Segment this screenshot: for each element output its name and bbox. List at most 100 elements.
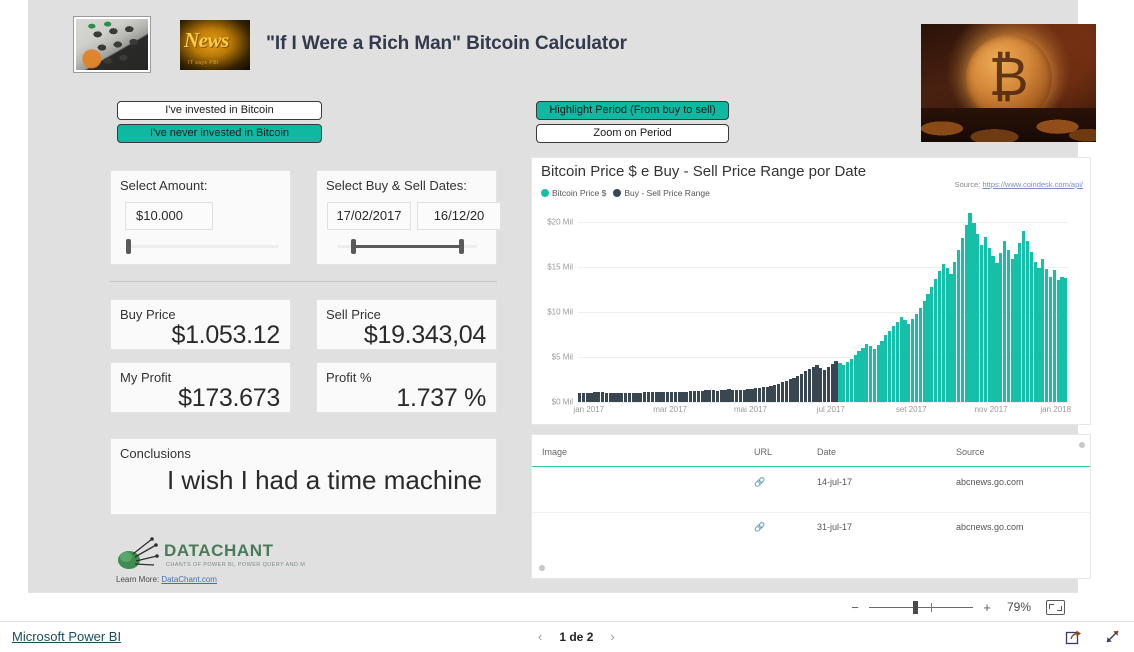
news-table-visual[interactable]: Source: webhose.io ImageURLDateSourceTit… xyxy=(531,434,1091,579)
chart-bar[interactable] xyxy=(754,388,758,402)
next-page-icon[interactable]: › xyxy=(610,629,614,644)
chart-bar[interactable] xyxy=(1033,262,1037,402)
chart-bar[interactable] xyxy=(953,262,957,402)
chart-bar[interactable] xyxy=(612,392,616,402)
chart-bar[interactable] xyxy=(604,392,609,402)
chart-bar[interactable] xyxy=(911,319,915,402)
footer-action-icons[interactable] xyxy=(1065,628,1121,645)
chart-bar[interactable] xyxy=(1041,258,1045,402)
chart-bar[interactable] xyxy=(976,234,980,402)
chart-bar[interactable] xyxy=(731,389,735,402)
chart-bar[interactable] xyxy=(895,321,899,402)
chart-bar[interactable] xyxy=(777,383,781,402)
table-row[interactable]: 🔗14-jul-17abcnews.go.comBusiness Highlig… xyxy=(532,467,1090,507)
link-icon[interactable]: 🔗 xyxy=(754,477,765,488)
chart-bar[interactable] xyxy=(673,391,677,402)
chart-bar[interactable] xyxy=(757,387,762,402)
button-ive-invested-in-bitcoin[interactable]: I've invested in Bitcoin xyxy=(117,101,322,120)
chart-bar[interactable] xyxy=(845,362,850,402)
chart-bar[interactable] xyxy=(853,355,857,402)
chart-bar[interactable] xyxy=(589,392,593,402)
link-icon[interactable]: 🔗 xyxy=(754,522,765,533)
chart-bar[interactable] xyxy=(623,393,628,402)
chart-source-link[interactable]: https://www.coindesk.com/api/ xyxy=(983,180,1083,189)
button-zoom-on-period[interactable]: Zoom on Period xyxy=(536,124,729,143)
chart-bar[interactable] xyxy=(888,330,892,402)
amount-input[interactable]: $10.000 xyxy=(125,202,213,230)
chart-bar[interactable] xyxy=(765,386,769,402)
chart-bar[interactable] xyxy=(899,317,903,402)
chart-bar[interactable] xyxy=(907,323,911,402)
table-column-header[interactable]: Image xyxy=(542,447,567,457)
chart-bar[interactable] xyxy=(1060,276,1064,402)
select-amount-slicer[interactable]: Select Amount: $10.000 xyxy=(110,170,291,265)
previous-page-icon[interactable]: ‹ xyxy=(538,629,542,644)
chart-bar[interactable] xyxy=(995,263,999,402)
table-column-header[interactable]: Date xyxy=(817,447,836,457)
chart-plot-area[interactable]: $0 Mil $5 Mil $10 Mil $15 Mil $20 Mil jan 20… xyxy=(547,208,1071,414)
chart-bar[interactable] xyxy=(800,373,804,402)
chart-bar[interactable] xyxy=(1029,252,1033,402)
chart-bar[interactable] xyxy=(1052,270,1056,402)
zoom-slider-handle[interactable] xyxy=(913,600,918,614)
chart-bar[interactable] xyxy=(792,377,796,402)
chart-bar[interactable] xyxy=(600,392,605,402)
chart-bar[interactable] xyxy=(949,273,953,402)
chart-bar[interactable] xyxy=(937,271,942,402)
zoom-slider-track[interactable] xyxy=(869,600,973,614)
chart-bar[interactable] xyxy=(654,392,658,402)
chart-bar[interactable] xyxy=(857,351,861,402)
bitcoin-price-chart-visual[interactable]: Bitcoin Price $ e Buy - Sell Price Range… xyxy=(531,157,1091,425)
chart-bar[interactable] xyxy=(1064,278,1068,402)
chart-bar[interactable] xyxy=(597,392,601,402)
fit-to-page-icon[interactable] xyxy=(1046,599,1065,615)
chart-bar[interactable] xyxy=(1045,269,1049,402)
chart-bar[interactable] xyxy=(868,346,873,402)
dates-slider-handle-left[interactable] xyxy=(351,239,356,254)
chart-bar[interactable] xyxy=(884,335,888,402)
chart-bar[interactable] xyxy=(677,391,681,402)
dates-slider-handle-right[interactable] xyxy=(459,239,464,254)
chart-bar[interactable] xyxy=(1010,259,1014,402)
chart-bar[interactable] xyxy=(700,390,704,402)
table-row[interactable]: 🔗31-jul-17abcnews.go.comBusiness Highlig… xyxy=(532,512,1090,552)
chart-bar[interactable] xyxy=(941,263,945,402)
chart-bar[interactable] xyxy=(727,389,731,402)
chart-bar[interactable] xyxy=(646,392,651,402)
chart-bar[interactable] xyxy=(689,391,693,402)
fullscreen-icon[interactable] xyxy=(1104,628,1121,645)
chart-bar[interactable] xyxy=(639,392,643,402)
zoom-in-button[interactable]: + xyxy=(982,600,992,615)
chart-bar[interactable] xyxy=(1022,231,1026,402)
chart-bar[interactable] xyxy=(692,391,697,402)
chart-bar[interactable] xyxy=(711,390,716,402)
date-from-input[interactable]: 17/02/2017 xyxy=(327,202,411,230)
chart-bar[interactable] xyxy=(880,340,884,402)
chart-bar[interactable] xyxy=(1018,243,1022,402)
chart-bar[interactable] xyxy=(585,392,589,402)
chart-bar[interactable] xyxy=(635,392,639,402)
chart-bar[interactable] xyxy=(918,308,922,402)
dates-slider-track[interactable] xyxy=(337,239,477,254)
chart-bar[interactable] xyxy=(719,390,723,402)
legend-item-bitcoin-price[interactable]: Bitcoin Price $ xyxy=(541,188,606,198)
chart-bar[interactable] xyxy=(650,392,654,402)
chart-bar[interactable] xyxy=(945,268,949,402)
chart-bar[interactable] xyxy=(872,348,876,402)
chart-bar[interactable] xyxy=(876,345,880,402)
chart-bar[interactable] xyxy=(666,392,670,402)
table-column-header[interactable]: Source xyxy=(956,447,985,457)
chart-bar[interactable] xyxy=(643,392,647,402)
chart-bar[interactable] xyxy=(631,392,635,402)
chart-bar[interactable] xyxy=(1014,254,1018,402)
chart-bar[interactable] xyxy=(685,391,689,402)
chart-bar[interactable] xyxy=(669,391,674,402)
chart-bar[interactable] xyxy=(796,375,800,402)
chart-bar[interactable] xyxy=(1048,277,1053,402)
chart-bar[interactable] xyxy=(891,326,896,402)
chart-bar[interactable] xyxy=(972,223,976,402)
chart-bar[interactable] xyxy=(903,319,907,402)
chart-bar[interactable] xyxy=(983,236,988,402)
chart-bar[interactable] xyxy=(723,389,727,402)
chart-bar[interactable] xyxy=(960,237,965,402)
